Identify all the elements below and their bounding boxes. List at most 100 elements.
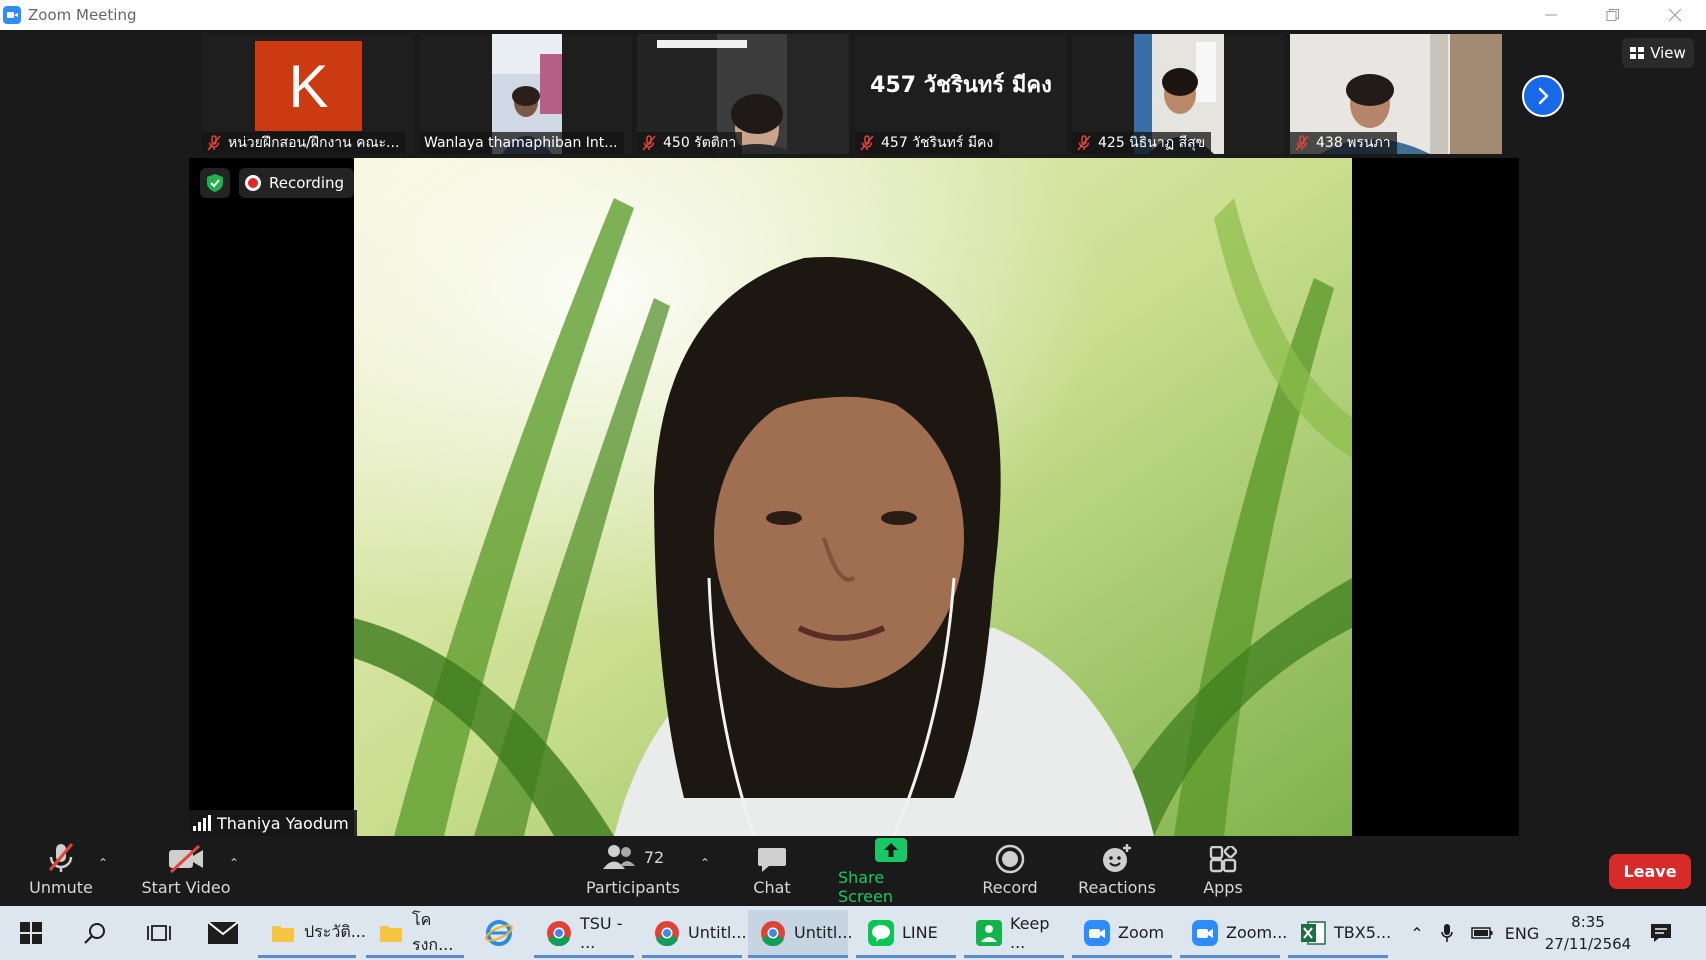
taskbar-app-label: TBX5... <box>1334 923 1392 942</box>
taskbar-app-chrome[interactable]: Untitl... <box>748 910 853 958</box>
search-button[interactable] <box>76 914 114 952</box>
camera-off-icon <box>169 844 203 874</box>
chat-button[interactable]: Chat <box>742 836 802 906</box>
meeting-area: K หน่วยฝึกสอน/ฝึกงาน คณะ... Wanlaya tham… <box>0 30 1706 836</box>
participant-label: 457 วัชรินทร์ มีคง <box>855 132 1000 154</box>
participants-options-chevron-icon[interactable]: ⌃ <box>700 856 710 870</box>
meeting-controls: Unmute ⌃ Start Video ⌃ 72 Participants ⌃… <box>0 836 1706 906</box>
participant-label: หน่วยฝึกสอน/ฝึกงาน คณะ... <box>202 132 406 154</box>
muted-mic-icon <box>642 135 656 151</box>
taskbar-app-explorer[interactable]: โครงก... <box>366 910 464 958</box>
taskbar-app-explorer[interactable]: ประวัติ... <box>258 910 366 958</box>
participants-button[interactable]: 72 Participants <box>585 836 681 906</box>
security-badge[interactable] <box>200 168 230 198</box>
taskbar-app-label: TSU - ... <box>580 913 623 952</box>
recording-label: Recording <box>269 174 345 192</box>
zoom-icon <box>1192 919 1218 946</box>
close-button[interactable] <box>1644 0 1706 30</box>
participant-name: หน่วยฝึกสอน/ฝึกงาน คณะ... <box>228 135 400 151</box>
record-icon <box>995 844 1025 874</box>
recording-indicator[interactable]: Recording <box>239 168 355 198</box>
share-screen-button[interactable]: Share Screen <box>838 836 944 906</box>
taskbar-app-line[interactable]: LINE <box>856 910 956 958</box>
speaker-name: Thaniya Yaodum <box>217 813 349 833</box>
participant-thumbnail[interactable]: Wanlaya thamaphiban Int... <box>420 34 632 154</box>
keep-contacts-icon <box>976 919 1002 946</box>
participants-count: 72 <box>643 847 665 867</box>
share-screen-label: Share Screen <box>838 868 894 906</box>
participant-thumbnail[interactable]: 425 นิธินาฏ สีสุข <box>1072 34 1284 154</box>
line-app-icon <box>868 919 894 946</box>
taskbar-app-zoom[interactable]: Zoom... <box>1180 910 1287 958</box>
share-screen-icon <box>875 838 907 862</box>
chrome-icon <box>761 920 785 946</box>
taskbar-app-label: โครงก... <box>412 909 454 954</box>
chat-bubble-icon <box>758 848 786 872</box>
battery-icon[interactable] <box>1464 927 1500 939</box>
participant-thumbnail[interactable]: 457 วัชรินทร์ มีคง 457 วัชรินทร์ มีคง <box>855 34 1067 154</box>
clock-time: 8:35 <box>1571 913 1605 931</box>
internet-explorer-icon <box>485 920 513 946</box>
muted-mic-icon <box>1295 135 1309 151</box>
zoom-app-icon <box>3 6 21 24</box>
speaker-video-frame <box>354 158 1352 836</box>
signal-strength-icon <box>193 815 211 831</box>
title-bar: Zoom Meeting <box>0 0 1706 30</box>
start-button[interactable] <box>12 914 50 952</box>
show-hidden-icons-chevron-icon[interactable]: ⌃ <box>1404 924 1430 943</box>
participant-name: Wanlaya thamaphiban Int... <box>424 135 618 151</box>
unmute-button[interactable]: Unmute <box>26 836 96 906</box>
minimize-icon <box>1545 14 1557 16</box>
taskbar-app-label: ประวัติ... <box>304 922 366 941</box>
shield-check-icon <box>207 174 223 192</box>
search-icon <box>84 923 105 944</box>
participant-label: 438 พรนภา <box>1290 132 1397 154</box>
microphone-tray-icon[interactable] <box>1430 923 1464 943</box>
notifications-button[interactable] <box>1642 914 1680 952</box>
participant-thumbnail[interactable]: 438 พรนภา <box>1290 34 1502 154</box>
muted-mic-icon <box>207 135 221 151</box>
taskbar-clock[interactable]: 8:35 27/11/2564 <box>1538 911 1638 955</box>
active-speaker-stage: Recording Thaniya Yaodum <box>189 158 1519 836</box>
participant-thumbnail[interactable]: 450 รัตติกา <box>637 34 849 154</box>
start-video-button[interactable]: Start Video <box>138 836 234 906</box>
participant-label: Wanlaya thamaphiban Int... <box>420 132 624 154</box>
reactions-button[interactable]: Reactions <box>1076 836 1158 906</box>
taskbar-app-excel[interactable]: TBX5... <box>1288 910 1392 958</box>
participants-label: Participants <box>586 878 680 897</box>
taskbar-app-zoom[interactable]: Zoom <box>1072 910 1172 958</box>
restore-button[interactable] <box>1582 0 1644 30</box>
restore-icon <box>1606 9 1619 21</box>
minimize-button[interactable] <box>1520 0 1582 30</box>
view-button[interactable]: View <box>1622 38 1694 68</box>
participant-name: 457 วัชรินทร์ มีคง <box>881 135 994 151</box>
taskbar-app-chrome[interactable]: Untitl... <box>642 910 747 958</box>
participant-display-name: 457 วัชรินทร์ มีคง <box>870 72 1052 98</box>
taskbar-app-label: Keep ... <box>1010 913 1050 952</box>
task-view-button[interactable] <box>140 914 178 952</box>
leave-button[interactable]: Leave <box>1609 854 1691 889</box>
apps-button[interactable]: Apps <box>1196 836 1250 906</box>
chrome-icon <box>547 920 571 946</box>
video-options-chevron-icon[interactable]: ⌃ <box>229 856 239 870</box>
record-button[interactable]: Record <box>976 836 1044 906</box>
folder-icon <box>380 925 402 942</box>
next-page-button[interactable] <box>1522 75 1564 117</box>
audio-options-chevron-icon[interactable]: ⌃ <box>98 856 108 870</box>
close-icon <box>1668 8 1682 22</box>
reactions-label: Reactions <box>1078 878 1156 897</box>
start-video-label: Start Video <box>141 878 231 897</box>
participant-name: 450 รัตติกา <box>663 135 737 151</box>
record-label: Record <box>982 878 1038 897</box>
taskbar-app-chrome[interactable]: TSU - ... <box>534 910 634 958</box>
recording-dot-icon <box>245 175 261 191</box>
taskbar-app-internet-explorer[interactable] <box>480 914 518 952</box>
mail-button[interactable] <box>204 914 242 952</box>
participant-thumbnail[interactable]: K หน่วยฝึกสอน/ฝึกงาน คณะ... <box>202 34 414 154</box>
taskbar-app-label: LINE <box>902 923 938 942</box>
taskbar-app-label: Zoom <box>1118 923 1165 942</box>
taskbar-app-label: Untitl... <box>794 923 853 942</box>
windows-logo-icon <box>20 922 42 944</box>
chrome-icon <box>655 920 679 946</box>
taskbar-app-keep[interactable]: Keep ... <box>964 910 1064 958</box>
